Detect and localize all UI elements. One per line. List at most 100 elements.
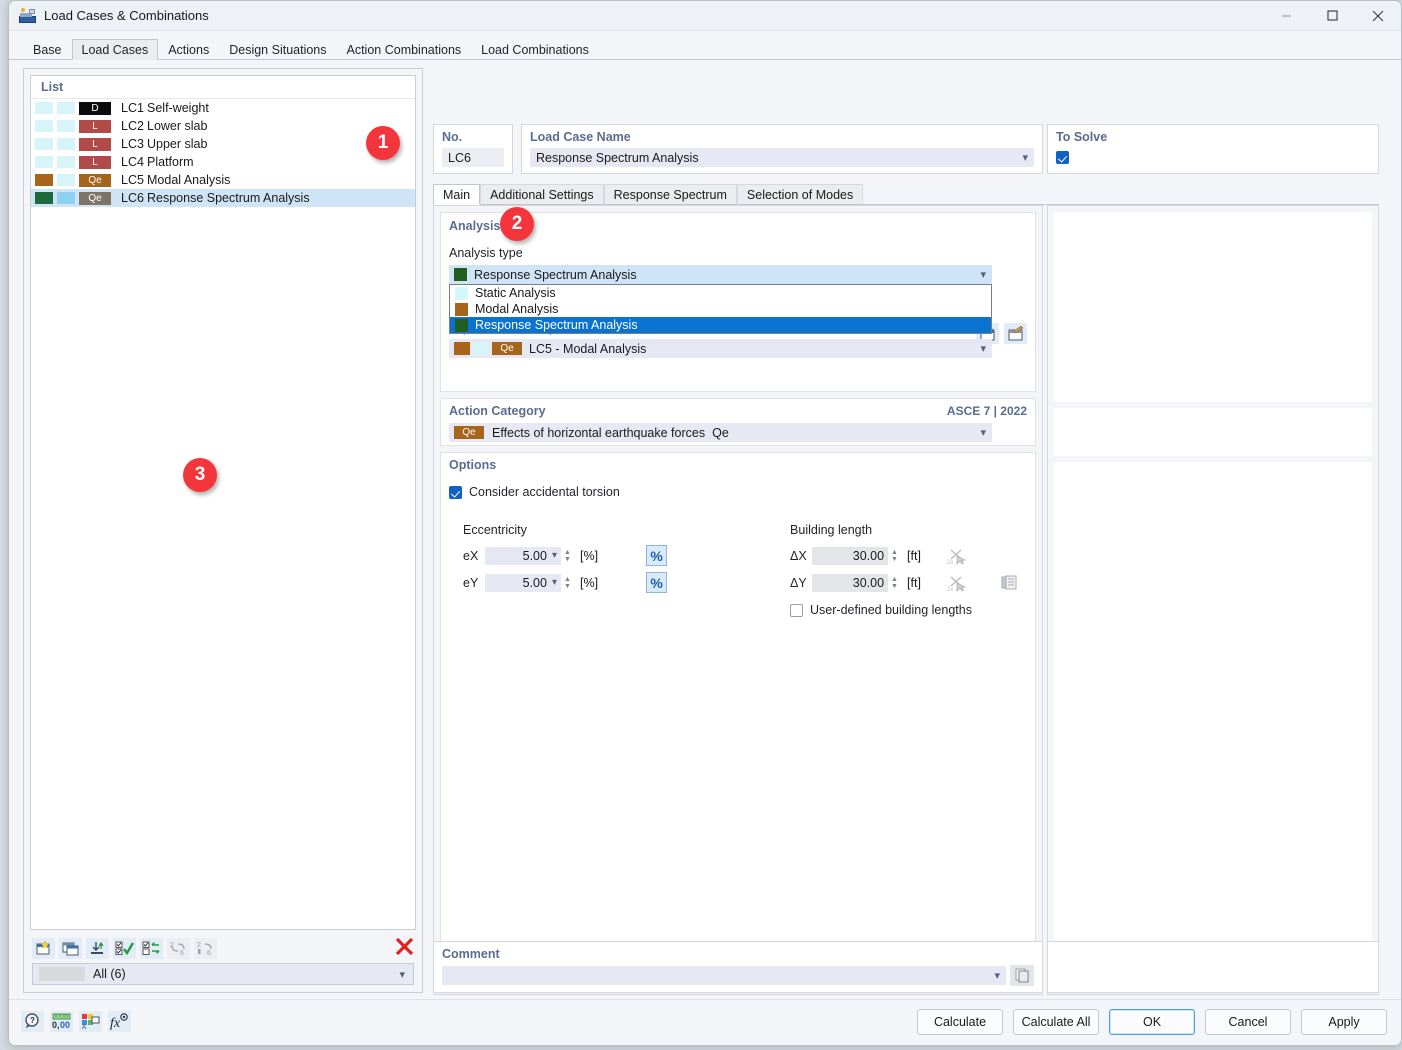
- eccentricity-y-unit: [%]: [580, 576, 598, 590]
- design-code-label: ASCE 7 | 2022: [947, 404, 1027, 418]
- tab-load-cases[interactable]: Load Cases: [72, 39, 159, 60]
- help-icon[interactable]: ?: [21, 1011, 44, 1032]
- tab-load-combinations[interactable]: Load Combinations: [471, 39, 599, 60]
- ok-button[interactable]: OK: [1109, 1009, 1195, 1035]
- tab-action-combinations[interactable]: Action Combinations: [337, 39, 472, 60]
- calculate-button[interactable]: Calculate: [917, 1009, 1003, 1035]
- user-defined-building-lengths-checkbox[interactable]: [790, 604, 803, 617]
- action-category-select[interactable]: Qe Effects of horizontal earthquake forc…: [449, 423, 992, 442]
- tab-selection-of-modes[interactable]: Selection of Modes: [737, 184, 863, 205]
- to-solve-checkbox[interactable]: [1056, 151, 1069, 164]
- pick-length-icon[interactable]: 2x: [945, 572, 969, 593]
- analysis-section: Analysis Analysis type SRSS | SRSS Respo…: [440, 212, 1036, 392]
- load-case-row[interactable]: QeLC5Modal Analysis: [31, 171, 415, 189]
- analysis-type-option[interactable]: Static Analysis: [450, 285, 991, 301]
- invert-selection-button[interactable]: [140, 938, 163, 959]
- tab-design-situations[interactable]: Design Situations: [219, 39, 336, 60]
- building-length-x-input[interactable]: 30.00: [812, 547, 888, 565]
- analysis-type-options[interactable]: Static AnalysisModal AnalysisResponse Sp…: [449, 284, 992, 334]
- eccentricity-x-percent-button[interactable]: %: [646, 545, 667, 566]
- import-modal-select[interactable]: Qe LC5 - Modal Analysis ▾: [449, 339, 992, 358]
- renumber-button[interactable]: 2 6: [167, 938, 190, 959]
- building-length-x-unit: [ft]: [907, 549, 921, 563]
- row-load-case-id: LC1: [121, 101, 147, 115]
- minimize-button[interactable]: [1263, 1, 1309, 31]
- consider-accidental-torsion-label: Consider accidental torsion: [469, 485, 620, 499]
- eccentricity-y-input[interactable]: 5.00 ▾: [485, 574, 561, 592]
- chevron-down-icon: ▾: [399, 968, 405, 981]
- row-load-case-id: LC5: [121, 173, 147, 187]
- maximize-button[interactable]: [1309, 1, 1355, 31]
- formula-icon[interactable]: fx: [108, 1011, 131, 1032]
- analysis-type-option[interactable]: Modal Analysis: [450, 301, 991, 317]
- detail-region: No. LC6 Load Case Name Response Spectrum…: [433, 68, 1387, 993]
- eccentricity-y-percent-button[interactable]: %: [646, 572, 667, 593]
- dialog-footer: ? 0, 00 A: [9, 999, 1401, 1045]
- import-load-case-button[interactable]: [86, 938, 109, 959]
- table-list-icon[interactable]: [997, 572, 1021, 593]
- comment-copy-icon[interactable]: [1010, 965, 1034, 986]
- dialog-body: List DLC1Self-weightLLC2Lower slabLLC3Up…: [9, 60, 1401, 1008]
- eccentricity-x-spinner[interactable]: ▲▼: [564, 549, 573, 563]
- row-color-swatch-1: [35, 138, 53, 150]
- consider-accidental-torsion-checkbox[interactable]: [449, 486, 462, 499]
- row-color-swatch-2: [57, 192, 75, 204]
- side-pane-middle: [1054, 408, 1372, 456]
- copy-load-case-button[interactable]: [59, 938, 82, 959]
- display-properties-icon[interactable]: A: [79, 1011, 102, 1032]
- analysis-type-option[interactable]: Response Spectrum Analysis: [450, 317, 991, 333]
- tab-actions[interactable]: Actions: [158, 39, 219, 60]
- side-pane-bottom: [1054, 462, 1372, 975]
- select-all-button[interactable]: [113, 938, 136, 959]
- eccentricity-y-spinner[interactable]: ▲▼: [564, 576, 573, 590]
- eccentricity-x-value: 5.00: [523, 549, 547, 563]
- row-action-badge: L: [79, 156, 111, 169]
- load-case-row[interactable]: LLC2Lower slab: [31, 117, 415, 135]
- row-load-case-name: Response Spectrum Analysis: [147, 191, 310, 205]
- side-pane-top: [1054, 212, 1372, 402]
- delete-x-icon[interactable]: [395, 937, 414, 960]
- row-color-swatch-1: [35, 102, 53, 114]
- user-defined-building-lengths-label: User-defined building lengths: [810, 603, 972, 617]
- tab-response-spectrum[interactable]: Response Spectrum: [604, 184, 737, 205]
- calculate-all-button[interactable]: Calculate All: [1013, 1009, 1099, 1035]
- footer-button-bar: Calculate Calculate All OK Cancel Apply: [917, 1009, 1387, 1035]
- title-bar: Load Cases & Combinations: [9, 1, 1401, 31]
- list-filter-dropdown[interactable]: All (6) ▾: [32, 963, 414, 985]
- load-case-name-input[interactable]: Response Spectrum Analysis ▾: [530, 148, 1034, 167]
- building-length-x-spinner[interactable]: ▲▼: [891, 549, 900, 563]
- units-icon[interactable]: 0, 00: [50, 1011, 73, 1032]
- reorder-button[interactable]: 2 6: [194, 938, 217, 959]
- load-case-no-value: LC6: [442, 148, 504, 167]
- close-button[interactable]: [1355, 1, 1401, 31]
- main-tab-strip: Base Load Cases Actions Design Situation…: [9, 39, 1401, 60]
- chevron-down-icon: ▾: [980, 342, 986, 355]
- apply-button[interactable]: Apply: [1301, 1009, 1387, 1035]
- filter-swatch: [39, 967, 85, 981]
- new-load-case-button[interactable]: [32, 938, 55, 959]
- edit-modal-case-button[interactable]: [1004, 323, 1027, 344]
- svg-text:?: ?: [30, 1016, 35, 1025]
- options-title: Options: [449, 458, 1027, 472]
- comment-input[interactable]: ▾: [442, 966, 1006, 985]
- load-case-row[interactable]: LLC3Upper slab: [31, 135, 415, 153]
- building-length-y-label: ΔY: [790, 576, 812, 590]
- analysis-type-select[interactable]: Response Spectrum Analysis ▾: [449, 265, 992, 284]
- option-color-swatch: [455, 303, 468, 316]
- building-length-y-spinner[interactable]: ▲▼: [891, 576, 900, 590]
- tab-additional-settings[interactable]: Additional Settings: [480, 184, 604, 205]
- cancel-button[interactable]: Cancel: [1205, 1009, 1291, 1035]
- row-load-case-id: LC6: [121, 191, 147, 205]
- eccentricity-x-input[interactable]: 5.00 ▾: [485, 547, 561, 565]
- comment-card: Comment ▾: [433, 941, 1043, 993]
- tab-main[interactable]: Main: [433, 184, 480, 205]
- load-case-row[interactable]: LLC4Platform: [31, 153, 415, 171]
- load-case-row[interactable]: DLC1Self-weight: [31, 99, 415, 117]
- analysis-type-value: Response Spectrum Analysis: [474, 268, 637, 282]
- load-case-row[interactable]: QeLC6Response Spectrum Analysis: [31, 189, 415, 207]
- chevron-down-icon: ▾: [980, 426, 986, 439]
- building-length-y-input[interactable]: 30.00: [812, 574, 888, 592]
- pick-length-icon[interactable]: 2x: [945, 545, 969, 566]
- tab-base[interactable]: Base: [23, 39, 72, 60]
- load-case-name-card: Load Case Name Response Spectrum Analysi…: [521, 124, 1043, 174]
